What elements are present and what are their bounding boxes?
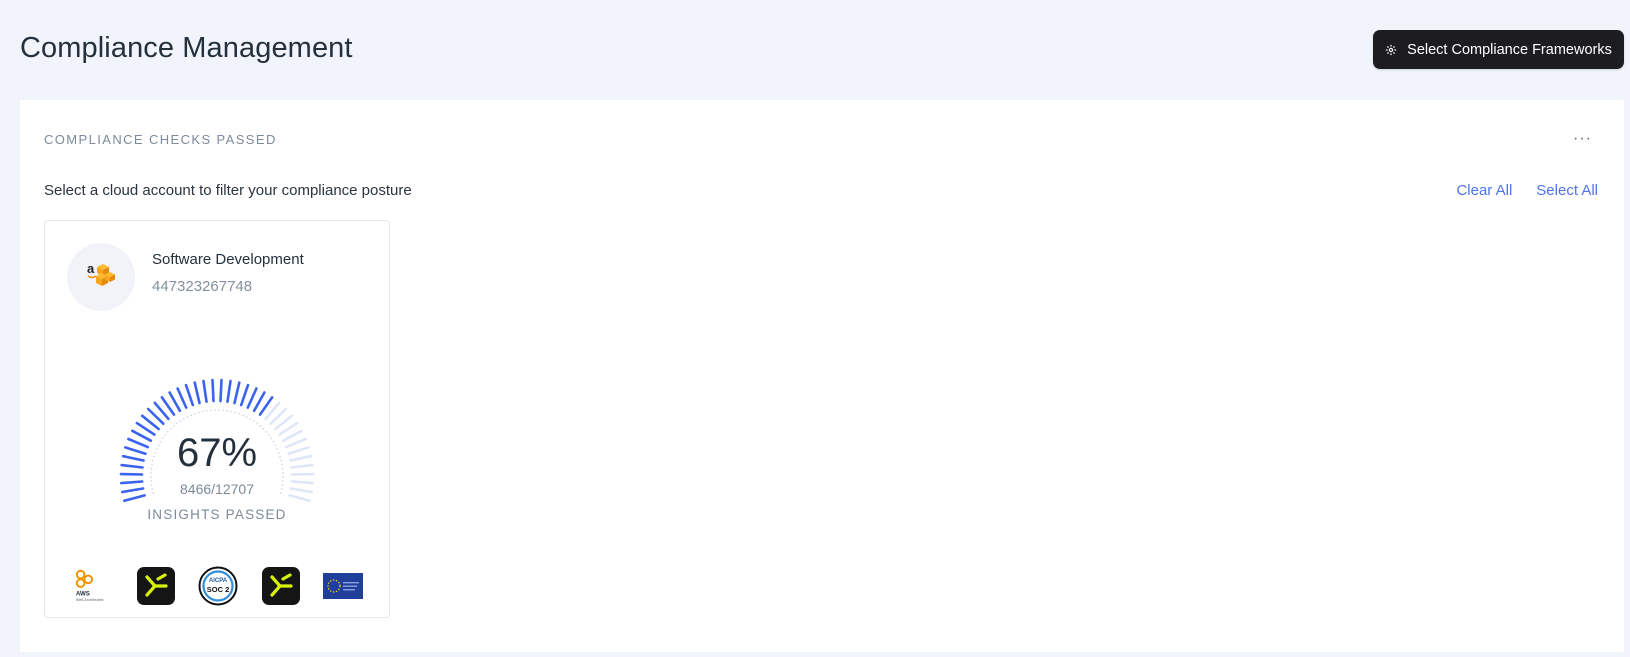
svg-text:AWS: AWS bbox=[76, 591, 90, 598]
gauge-dot bbox=[262, 428, 265, 430]
account-id: 447323267748 bbox=[152, 278, 253, 295]
aws-logo-icon: a bbox=[85, 259, 117, 296]
gauge-tick-active bbox=[252, 391, 266, 413]
filter-instruction: Select a cloud account to filter your co… bbox=[44, 182, 412, 199]
section-title: COMPLIANCE CHECKS PASSED bbox=[44, 132, 277, 147]
gauge-dot bbox=[179, 420, 182, 423]
gauge-dot bbox=[238, 412, 241, 415]
page-title: Compliance Management bbox=[20, 32, 353, 64]
gauge-dot bbox=[234, 411, 237, 414]
aicpa-soc2-icon[interactable]: AICPA SOC 2 bbox=[198, 566, 238, 606]
svg-text:SOC 2: SOC 2 bbox=[207, 585, 230, 594]
gauge-dot bbox=[150, 476, 152, 478]
select-compliance-frameworks-label: Select Compliance Frameworks bbox=[1407, 41, 1612, 58]
gauge-dot bbox=[230, 410, 233, 413]
gauge-dot bbox=[190, 414, 193, 417]
select-all-link[interactable]: Select All bbox=[1536, 182, 1598, 199]
eu-flag-icon[interactable] bbox=[323, 566, 363, 606]
gauge-tick-active bbox=[176, 387, 188, 409]
gauge-dot bbox=[176, 422, 178, 425]
framework-logos: AWS Well-Architected AICPA SOC 2 bbox=[73, 565, 363, 607]
gauge-tick-active bbox=[193, 381, 201, 405]
account-name: Software Development bbox=[152, 251, 304, 268]
gauge-dot bbox=[186, 416, 189, 418]
gauge-dot bbox=[256, 422, 258, 425]
gauge-dot bbox=[252, 420, 255, 423]
gauge-tick-active bbox=[246, 387, 258, 409]
gear-icon bbox=[1385, 44, 1397, 56]
clear-all-link[interactable]: Clear All bbox=[1456, 182, 1512, 199]
gauge-dot bbox=[222, 409, 225, 412]
gauge-dot bbox=[172, 425, 175, 427]
selection-links: Clear All Select All bbox=[1456, 182, 1598, 199]
gauge-dot bbox=[210, 409, 212, 412]
aws-well-architected-icon[interactable]: AWS Well-Architected bbox=[73, 566, 113, 606]
gauge-dot bbox=[197, 411, 200, 414]
gauge-tick-active bbox=[233, 381, 241, 405]
select-compliance-frameworks-button[interactable]: Select Compliance Frameworks bbox=[1373, 30, 1624, 69]
gauge-dot bbox=[245, 416, 248, 418]
gauge-dot bbox=[182, 418, 185, 420]
svg-text:Well-Architected: Well-Architected bbox=[76, 598, 104, 602]
cloud-account-card[interactable]: a Software Development 447323267748 67% bbox=[44, 220, 390, 618]
gauge-dot bbox=[205, 409, 208, 412]
gauge-tick-active bbox=[202, 379, 208, 404]
gauge-dot bbox=[242, 414, 244, 417]
gauge-dot bbox=[201, 410, 204, 413]
framework-arrow-logo-icon[interactable] bbox=[136, 567, 175, 605]
gauge-dot bbox=[169, 428, 172, 430]
gauge-tick-active bbox=[211, 378, 215, 403]
gauge-tick-active bbox=[168, 391, 182, 413]
gauge-ratio: 8466/12707 bbox=[180, 481, 254, 497]
gauge-dot bbox=[249, 418, 252, 420]
svg-text:a: a bbox=[87, 261, 95, 276]
gauge-tick-active bbox=[239, 383, 250, 407]
compliance-checks-card: COMPLIANCE CHECKS PASSED ··· Select a cl… bbox=[20, 100, 1624, 652]
gauge-dot bbox=[218, 409, 220, 411]
svg-text:AICPA: AICPA bbox=[209, 578, 228, 584]
gauge-dot bbox=[194, 412, 196, 415]
gauge-tick-active bbox=[226, 379, 232, 404]
avatar: a bbox=[67, 243, 135, 311]
gauge-dot bbox=[214, 409, 216, 411]
framework-arrow-logo-icon[interactable] bbox=[261, 567, 300, 605]
gauge-caption: INSIGHTS PASSED bbox=[147, 507, 287, 522]
more-horizontal-icon[interactable]: ··· bbox=[1573, 130, 1592, 148]
gauge-tick-active bbox=[219, 378, 223, 403]
gauge-dot bbox=[226, 409, 229, 412]
compliance-gauge: 67% 8466/12707 bbox=[45, 361, 389, 506]
gauge-tick-active bbox=[184, 383, 195, 407]
gauge-percent: 67% bbox=[176, 431, 258, 475]
gauge-dot bbox=[259, 425, 262, 427]
gauge-dot bbox=[282, 476, 284, 478]
page-header: Compliance Management Select Compliance … bbox=[20, 28, 1624, 72]
